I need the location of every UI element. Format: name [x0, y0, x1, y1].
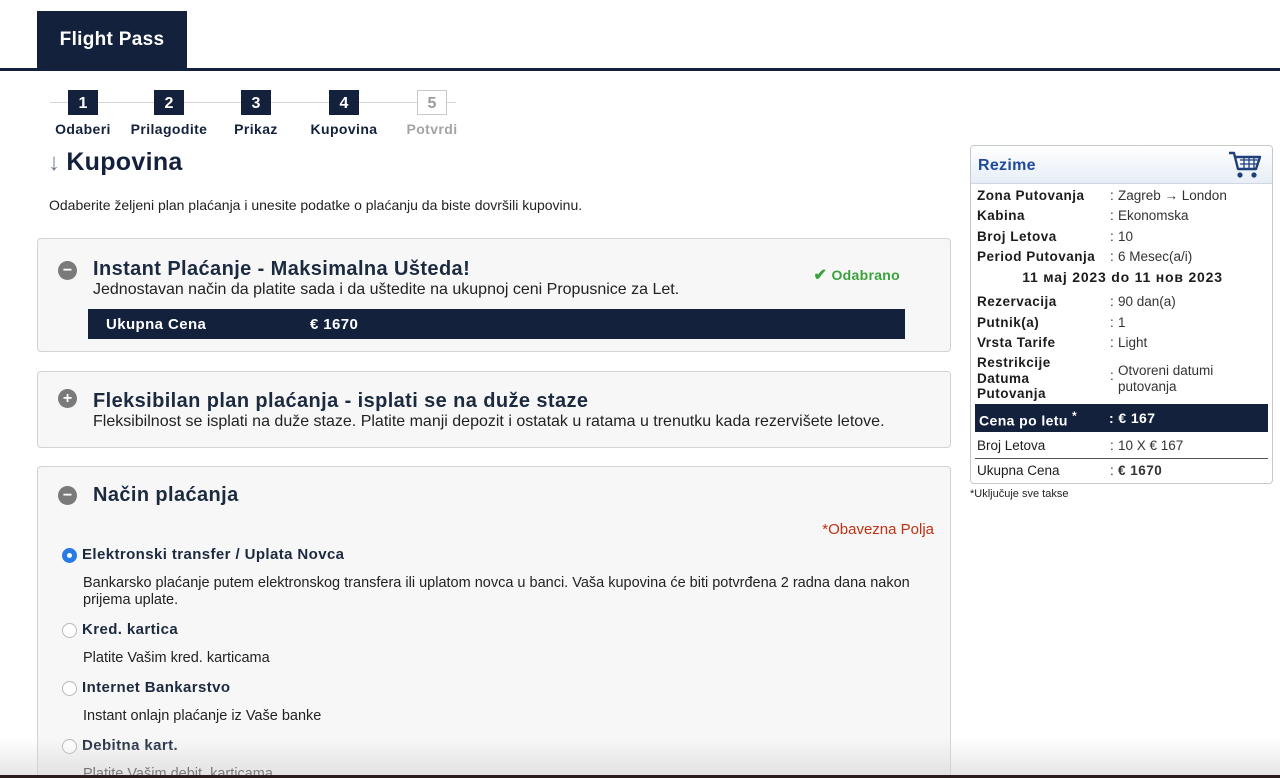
summary-header: Rezime: [971, 146, 1272, 184]
tab-flight-pass[interactable]: Flight Pass: [37, 11, 187, 69]
payment-method-panel: − Način plaćanja *Obavezna Polja Elektro…: [37, 466, 951, 778]
collapse-icon[interactable]: −: [58, 261, 77, 280]
total-price-bar: Ukupna Cena € 1670: [88, 309, 905, 339]
summary-key: Kabina: [977, 208, 1026, 223]
summary-key: Broj Letova: [977, 229, 1057, 244]
summary-row-restrictions: Restrikcije Datuma Putovanja : Otvoreni …: [977, 355, 1267, 401]
option-label[interactable]: Elektronski transfer / Uplata Novca: [82, 546, 344, 563]
summary-key: Ukupna Cena: [977, 463, 1060, 478]
panel-title: Način plaćanja: [93, 484, 239, 506]
step-number: 3: [241, 90, 271, 115]
required-fields-note: *Obavezna Polja: [822, 521, 934, 538]
option-label[interactable]: Internet Bankarstvo: [82, 679, 230, 696]
checkmark-icon: ✔: [813, 267, 828, 284]
summary-title: Rezime: [978, 157, 1036, 174]
summary-value: Ekonomska: [1118, 208, 1189, 223]
step-label: Prikaz: [234, 121, 278, 137]
option-description: Instant onlajn plaćanje iz Vaše banke: [83, 708, 322, 724]
summary-key: Rezervacija: [977, 294, 1057, 309]
step-number: 2: [154, 90, 184, 115]
summary-value: Zagreb → London: [1118, 188, 1227, 203]
summary-box: Rezime Zona Putovanja : Zagreb → London …: [970, 145, 1273, 484]
radio-button[interactable]: [62, 739, 77, 754]
summary-colon: :: [1110, 315, 1114, 330]
step-label: Odaberi: [55, 121, 111, 137]
summary-value: Otvoreni datumi putovanja: [1118, 363, 1214, 394]
page-title-text: Kupovina: [66, 148, 183, 176]
summary-value: 6 Mesec(a/i): [1118, 249, 1193, 264]
summary-colon: :: [1110, 208, 1114, 223]
step-4[interactable]: 4 Kupovina: [299, 90, 389, 137]
arrow-down-icon: ↓: [48, 148, 61, 176]
panel-subtitle: Jednostavan način da platite sada i da u…: [93, 281, 680, 298]
panel-subtitle: Fleksibilnost se isplati na duže staze. …: [93, 413, 885, 430]
tax-footnote: *Uključuje sve takse: [970, 488, 1069, 500]
summary-key: Putnik(a): [977, 315, 1040, 330]
travel-date-range: 11 мај 2023 do 11 нов 2023: [1022, 269, 1223, 285]
summary-key: Restrikcije Datuma Putovanja: [977, 355, 1051, 401]
summary-colon: :: [1110, 368, 1114, 383]
summary-colon: :: [1110, 438, 1114, 453]
total-value: € 1670: [310, 316, 359, 333]
option-description: Platite Vašim kred. karticama: [83, 650, 270, 666]
footnote-marker: *: [1072, 410, 1078, 423]
instant-payment-panel[interactable]: − Instant Plaćanje - Maksimalna Ušteda! …: [37, 238, 951, 352]
header-divider: [0, 68, 1280, 71]
summary-colon: :: [1110, 463, 1114, 478]
radio-button[interactable]: [62, 681, 77, 696]
step-number: 1: [68, 90, 98, 115]
radio-button[interactable]: [62, 623, 77, 638]
step-2[interactable]: 2 Prilagodite: [124, 90, 214, 137]
summary-colon: :: [1110, 294, 1114, 309]
summary-value: 10: [1118, 229, 1134, 244]
step-3[interactable]: 3 Prikaz: [211, 90, 301, 137]
step-label: Kupovina: [310, 121, 378, 137]
step-number: 4: [329, 90, 359, 115]
summary-key: Broj Letova: [977, 438, 1046, 453]
shopping-cart-icon[interactable]: [1228, 150, 1262, 185]
flexible-plan-panel[interactable]: + Fleksibilan plan plaćanja - isplati se…: [37, 371, 951, 448]
summary-divider: [975, 458, 1268, 459]
radio-button[interactable]: [62, 548, 77, 563]
summary-colon: :: [1110, 188, 1114, 203]
summary-value: 1: [1118, 315, 1126, 330]
summary-value: 10 X € 167: [1118, 438, 1184, 453]
summary-value: € 1670: [1118, 463, 1163, 478]
option-label[interactable]: Debitna kart.: [82, 737, 178, 754]
summary-value: 90 dan(a): [1118, 294, 1176, 309]
summary-colon: :: [1110, 229, 1114, 244]
summary-colon: :: [1110, 335, 1114, 350]
expand-icon[interactable]: +: [58, 389, 77, 408]
price-per-flight-text: Cena po letu: [979, 412, 1068, 429]
step-1[interactable]: 1 Odaberi: [38, 90, 128, 137]
option-description: Bankarsko plaćanje putem elektronskog tr…: [83, 575, 910, 608]
collapse-icon[interactable]: −: [58, 486, 77, 505]
summary-value: Light: [1118, 335, 1148, 350]
panel-title: Instant Plaćanje - Maksimalna Ušteda!: [93, 258, 471, 280]
total-label: Ukupna Cena: [106, 316, 207, 333]
summary-key: Period Putovanja: [977, 249, 1096, 264]
intro-text: Odaberite željeni plan plaćanja i unesit…: [49, 197, 583, 213]
price-per-flight-label: Cena po letu *: [979, 410, 1077, 429]
selected-badge: ✔ Odabrano: [814, 265, 900, 285]
summary-colon: :: [1110, 249, 1114, 264]
option-label[interactable]: Kred. kartica: [82, 621, 178, 638]
summary-key: Zona Putovanja: [977, 188, 1085, 203]
summary-key: Vrsta Tarife: [977, 335, 1056, 350]
selected-label: Odabrano: [831, 267, 900, 283]
price-per-flight-value: : € 167: [1109, 410, 1156, 426]
step-5: 5 Potvrdi: [387, 90, 477, 137]
panel-title: Fleksibilan plan plaćanja - isplati se n…: [93, 390, 589, 412]
price-per-flight-bar: Cena po letu * : € 167: [975, 404, 1268, 432]
step-label: Potvrdi: [406, 121, 458, 137]
step-label: Prilagodite: [130, 121, 208, 137]
step-number: 5: [417, 90, 447, 115]
page-title: ↓ Kupovina: [48, 148, 183, 177]
